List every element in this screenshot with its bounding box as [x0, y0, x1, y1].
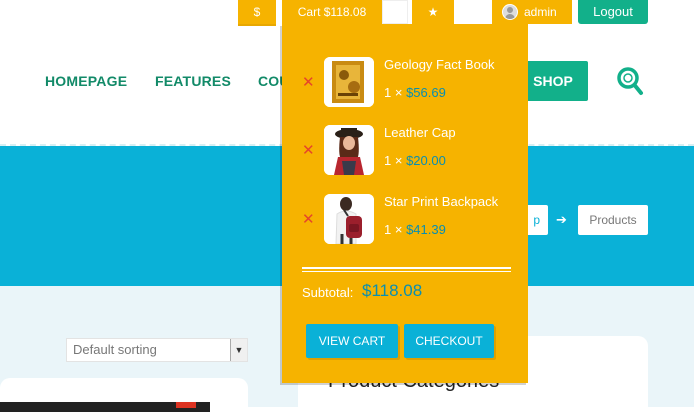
topbar-blank-slot[interactable]	[382, 0, 408, 24]
cart-item-price: $20.00	[406, 153, 446, 168]
cart-item-quantity: 1 × $56.69	[384, 85, 446, 100]
nav-shop[interactable]: SHOP	[518, 61, 588, 101]
chevron-down-icon[interactable]: ▼	[230, 339, 247, 361]
cart-item: ✕ Star Print Backpack 1 × $41.39	[282, 194, 528, 246]
quantity-label: 1 ×	[384, 153, 403, 168]
product-thumbnail[interactable]	[324, 194, 374, 244]
account-name: admin	[524, 5, 557, 19]
subtotal-value: $118.08	[362, 281, 423, 300]
logout-button[interactable]: Logout	[578, 0, 648, 24]
cart-item-name[interactable]: Star Print Backpack	[384, 194, 498, 209]
cart-item-quantity: 1 × $41.39	[384, 222, 446, 237]
wishlist-button[interactable]: ★	[412, 0, 454, 24]
remove-item-button[interactable]: ✕	[302, 210, 315, 228]
sorting-value: Default sorting	[73, 342, 157, 357]
quantity-label: 1 ×	[384, 85, 403, 100]
divider	[302, 267, 511, 269]
breadcrumb-current: Products	[578, 205, 648, 235]
product-image[interactable]	[0, 402, 210, 412]
cart-item-name[interactable]: Geology Fact Book	[384, 57, 495, 72]
quantity-label: 1 ×	[384, 222, 403, 237]
cart-item-name[interactable]: Leather Cap	[384, 125, 456, 140]
subtotal-label: Subtotal:	[302, 285, 354, 300]
divider	[302, 271, 511, 272]
product-card	[0, 378, 248, 418]
account-menu[interactable]: admin	[492, 0, 572, 24]
nav-homepage[interactable]: HOMEPAGE	[45, 73, 127, 89]
cart-item-quantity: 1 × $20.00	[384, 153, 446, 168]
topbar-blank-slot-2	[454, 0, 482, 24]
remove-item-button[interactable]: ✕	[302, 141, 315, 159]
star-icon: ★	[427, 5, 439, 19]
cart-item-price: $41.39	[406, 222, 446, 237]
nav-features[interactable]: FEATURES	[155, 73, 231, 89]
cart-button[interactable]: Cart $118.08	[282, 0, 382, 24]
view-cart-button[interactable]: VIEW CART	[306, 324, 398, 358]
cart-item-price: $56.69	[406, 85, 446, 100]
cart-item: ✕ Geology Fact Book 1 × $56.69	[282, 57, 528, 109]
search-icon[interactable]	[616, 66, 644, 96]
avatar	[502, 4, 518, 20]
sorting-select[interactable]: Default sorting ▼	[66, 338, 248, 362]
arrow-right-icon: ➔	[556, 212, 567, 227]
cart-item: ✕ Leather Cap 1 × $20.00	[282, 125, 528, 177]
product-thumbnail[interactable]	[324, 125, 374, 175]
cart-dropdown: ✕ Geology Fact Book 1 × $56.69 ✕ Leather…	[282, 24, 528, 383]
product-thumbnail[interactable]	[324, 57, 374, 107]
currency-switcher[interactable]: $	[238, 0, 276, 26]
remove-item-button[interactable]: ✕	[302, 73, 315, 91]
checkout-button[interactable]: CHECKOUT	[404, 324, 494, 358]
